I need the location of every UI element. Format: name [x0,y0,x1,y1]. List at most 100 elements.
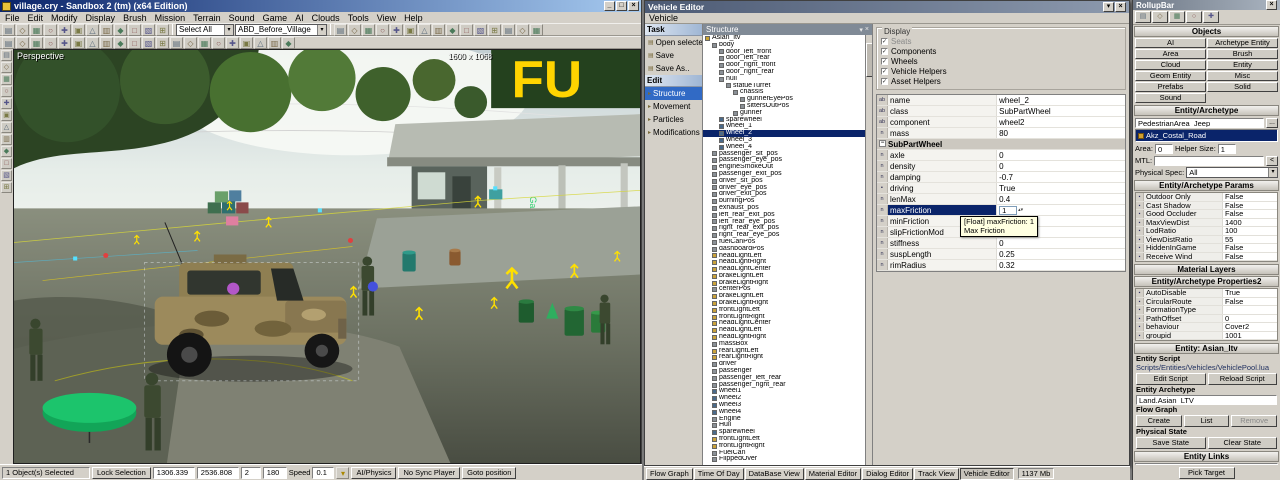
create-brush-button[interactable]: Brush [1207,49,1278,59]
menu-brush[interactable]: Brush [119,13,151,23]
tree-item[interactable]: Engine [703,416,865,423]
create-misc-button[interactable]: Misc [1207,71,1278,81]
checkbox-components[interactable]: ✓ [881,48,888,55]
goto-position-button[interactable]: Goto position [462,467,516,479]
speed-field[interactable]: 0.1 [312,467,334,479]
panel-menu-icon[interactable]: ▾ [859,26,863,34]
edit-movement[interactable]: ▸Movement [645,100,702,113]
objects-rollout-header[interactable]: Objects [1134,26,1279,37]
tab-vehicle-editor[interactable]: Vehicle Editor [960,468,1014,480]
database-view-icon[interactable]: ▤ [170,37,183,49]
prop-row[interactable]: abclassSubPartWheel [877,106,1125,117]
maximize-viewport-icon[interactable]: ⊞ [1,182,12,193]
param-row[interactable]: ▪Good OccluderFalse [1136,210,1277,219]
collapse-icon[interactable]: − [879,140,886,147]
tree-item[interactable]: massBox [703,341,865,348]
prop-row[interactable]: ndensity0 [877,161,1125,172]
close-icon[interactable]: × [1115,2,1126,12]
title-bar[interactable]: village.cry - Sandbox 2 (tm) (x64 Editio… [0,0,641,12]
prop-row[interactable]: nlenMax0.4 [877,194,1125,205]
tab-track-view[interactable]: Track View [914,468,959,480]
helper-size-field[interactable]: 1 [1218,144,1236,154]
tree-item[interactable]: FuelCan [703,450,865,457]
scrollbar-thumb[interactable] [866,43,872,77]
flowgraph-create-button[interactable]: Create [1136,415,1182,427]
task-header[interactable]: Task [645,24,702,36]
camera-icon[interactable]: ▦ [530,24,543,36]
tree-item[interactable]: frontLightLeft [703,307,865,314]
material-layers-rollout-header[interactable]: Material Layers [1134,264,1279,275]
edit-header[interactable]: Edit [645,75,702,87]
checkbox-asset-helpers[interactable]: ✓ [881,78,888,85]
tree-item[interactable]: fuelCanPos [703,239,865,246]
entity-links-table[interactable]: Link Name Entity [1135,463,1278,465]
tab-dialog-editor[interactable]: Dialog Editor [862,468,913,480]
ruler-icon[interactable]: ○ [376,24,389,36]
tree-item[interactable]: burningPos [703,198,865,205]
archetype-browse-field[interactable]: PedestrianArea_Jeep [1135,118,1264,128]
tree-item[interactable]: door_right_rear [703,69,865,76]
tree-item[interactable]: passenger_exit_pos [703,171,865,178]
flow-graph-icon[interactable]: △ [86,37,99,49]
create-ai-button[interactable]: AI [1135,38,1206,48]
menu-clouds[interactable]: Clouds [308,13,344,23]
menu-display[interactable]: Display [82,13,120,23]
param-row[interactable]: ▪MaxViewDist1400 [1136,219,1277,228]
tree-item[interactable]: body [703,42,865,49]
link-objects-icon[interactable]: ▧ [142,24,155,36]
menu-sound[interactable]: Sound [225,13,259,23]
select-mode-icon[interactable]: ✚ [390,24,403,36]
param-row[interactable]: ▪CircularRouteFalse [1136,298,1277,307]
create-area-button[interactable]: Area [1135,49,1206,59]
archetype-editor-icon[interactable]: ⊞ [156,37,169,49]
front-view-icon[interactable]: ▣ [1,110,12,121]
goto-position-icon[interactable]: ▣ [240,37,253,49]
properties2-rollout-header[interactable]: Entity/Archetype Properties2 [1134,276,1279,287]
menu-file[interactable]: File [1,13,24,23]
terrain-edit-icon[interactable]: ▤ [2,37,15,49]
pan-view-icon[interactable]: ◇ [1,62,12,73]
panel-close-icon[interactable]: × [865,26,869,34]
create-prefabs-button[interactable]: Prefabs [1135,82,1206,92]
edit-script-button[interactable]: Edit Script [1136,373,1206,385]
param-row[interactable]: ▪behaviourCover2 [1136,323,1277,332]
tree-item[interactable]: headLightCenter [703,266,865,273]
track-view-icon[interactable]: ▥ [100,37,113,49]
menu-ai[interactable]: AI [291,13,308,23]
avi-record-icon[interactable]: ○ [212,37,225,49]
ai-physics-icon[interactable]: ◇ [516,24,529,36]
edit-structure[interactable]: ▸Structure [645,87,702,100]
snap-to-grid-icon[interactable]: ◇ [348,24,361,36]
left-view-icon[interactable]: △ [1,122,12,133]
link-name-column[interactable]: Link Name [1136,464,1207,465]
rotate-mode-icon[interactable]: △ [418,24,431,36]
tree-item[interactable]: engineSmokeOut [703,164,865,171]
zoom-extents-icon[interactable]: ○ [1,86,12,97]
prop-row[interactable]: nmaxFriction1▴▾ [877,205,1125,216]
angle-field[interactable]: 180 [263,467,287,479]
show-grid-icon[interactable]: □ [1,158,12,169]
spinner-buttons[interactable]: ▴▾ [1018,208,1025,212]
prop-value-editor[interactable]: 1 [999,206,1017,215]
terrain-paint-icon[interactable]: ◇ [16,37,29,49]
prop-group-row[interactable]: −SubPartWheel [877,139,1125,150]
cut-icon[interactable]: △ [86,24,99,36]
layer-editor-icon[interactable]: ◆ [114,37,127,49]
tree-item[interactable]: hull [703,76,865,83]
tree-item[interactable]: door_left_rear [703,55,865,62]
perspective-viewport[interactable]: FU Gaso [13,49,641,464]
mtl-browse-button[interactable]: < [1266,156,1278,166]
create-geom-entity-button[interactable]: Geom Entity [1135,71,1206,81]
physical-spec-combo[interactable]: All ▾ [1186,167,1278,178]
perspective-view-icon[interactable]: ▥ [1,134,12,145]
pos-y-field[interactable]: 2536.808 [197,467,239,479]
tree-item[interactable]: passenger [703,368,865,375]
display-tab-icon[interactable]: ○ [1186,11,1202,23]
params-rollout-header[interactable]: Entity/Archetype Params [1134,180,1279,191]
param-row[interactable]: ▪Receive WindFalse [1136,253,1277,262]
param-row[interactable]: ▪LodRatio100 [1136,227,1277,236]
prop-row[interactable]: ndamping-0.7 [877,172,1125,183]
param-row[interactable]: ▪groupid1001 [1136,332,1277,341]
prop-row[interactable]: ▪drivingTrue [877,183,1125,194]
maximize-button[interactable]: □ [616,1,627,11]
